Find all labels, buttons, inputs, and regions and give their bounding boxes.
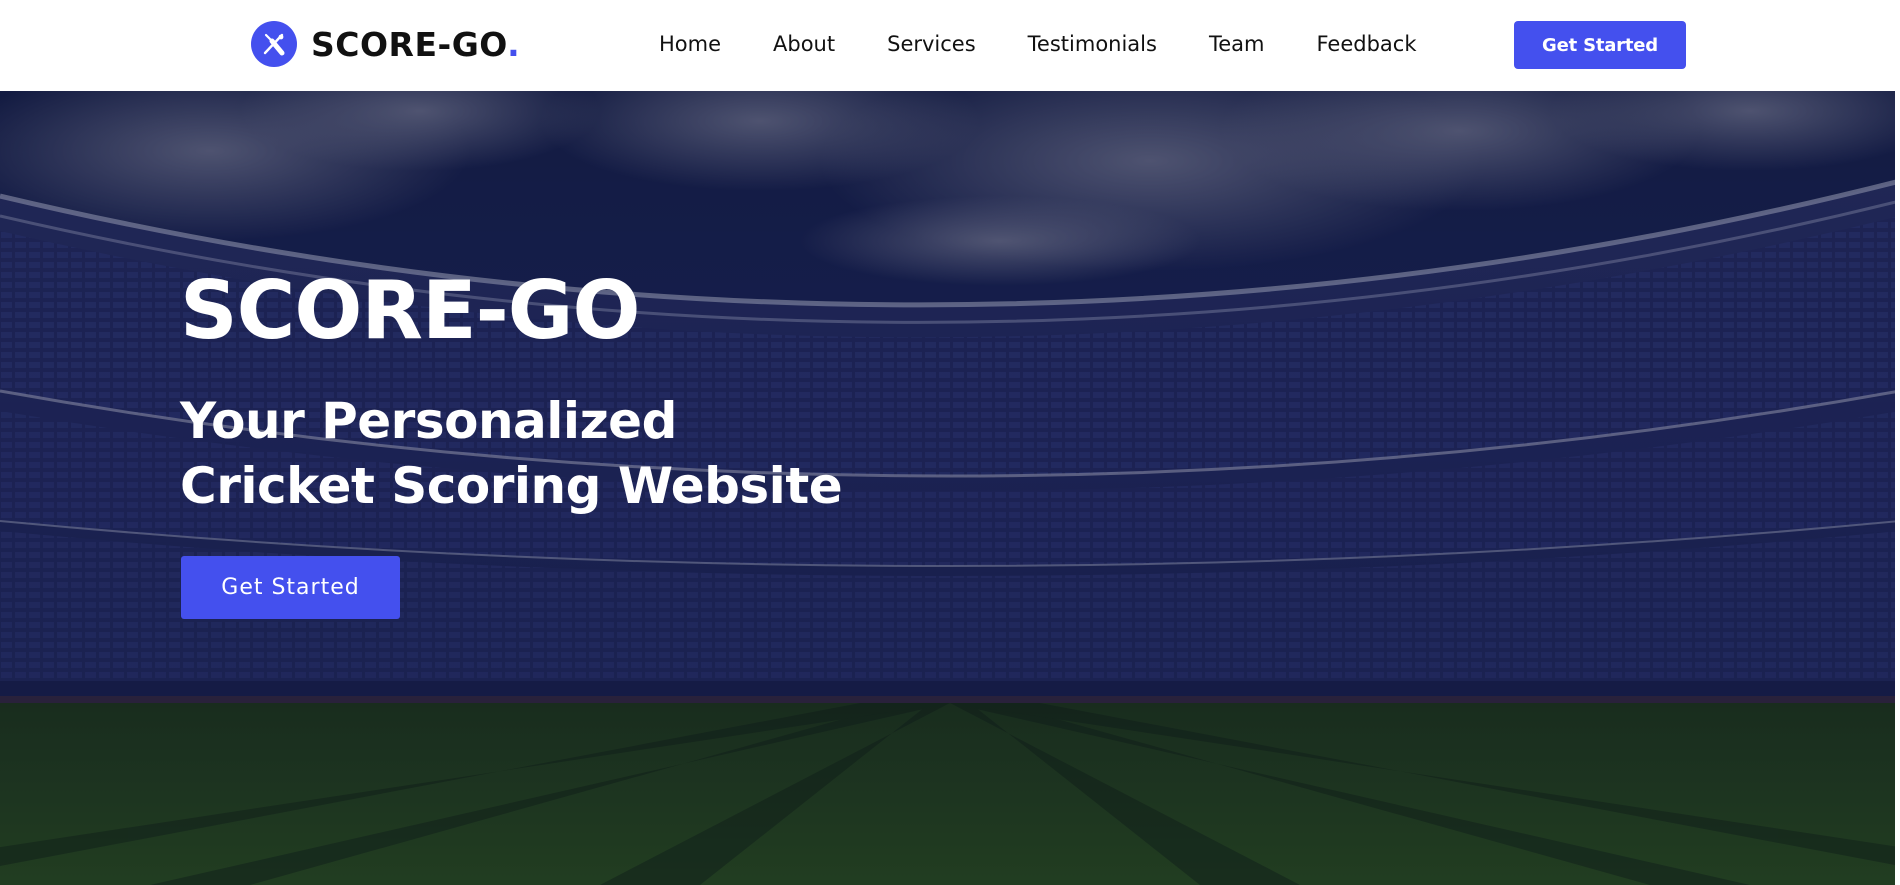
- site-header: SCORE-GO. Home About Services Testimonia…: [0, 0, 1900, 91]
- nav-testimonials[interactable]: Testimonials: [1028, 32, 1157, 56]
- hero-subtitle: Your Personalized Cricket Scoring Websit…: [180, 392, 843, 515]
- brand-name-text: SCORE-GO: [311, 24, 508, 64]
- nav-feedback[interactable]: Feedback: [1316, 32, 1416, 56]
- cricket-bat-icon: [251, 21, 297, 67]
- hero-title: SCORE-GO: [180, 264, 640, 357]
- brand-name: SCORE-GO.: [311, 25, 520, 64]
- brand-logo[interactable]: SCORE-GO.: [251, 21, 520, 67]
- nav-services[interactable]: Services: [887, 32, 976, 56]
- hero-get-started-button[interactable]: Get Started: [181, 556, 400, 619]
- brand-dot: .: [507, 24, 521, 64]
- nav-home[interactable]: Home: [659, 32, 721, 56]
- main-nav: Home About Services Testimonials Team Fe…: [659, 32, 1416, 56]
- nav-about[interactable]: About: [773, 32, 835, 56]
- hero-section: SCORE-GO Your Personalized Cricket Scori…: [0, 91, 1900, 885]
- header-get-started-button[interactable]: Get Started: [1514, 21, 1686, 69]
- nav-team[interactable]: Team: [1209, 32, 1265, 56]
- page: SCORE-GO. Home About Services Testimonia…: [0, 0, 1900, 885]
